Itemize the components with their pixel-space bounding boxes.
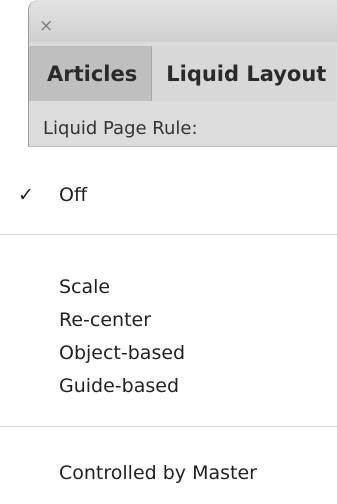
menu-item-guide-based[interactable]: Guide-based xyxy=(0,369,337,403)
menu-item-off[interactable]: ✓ Off xyxy=(0,178,337,212)
liquid-layout-panel: × Articles Liquid Layout Liquid Page Rul… xyxy=(28,0,337,147)
menu-separator xyxy=(0,234,337,235)
menu-item-label: Re-center xyxy=(59,309,152,331)
tab-articles[interactable]: Articles xyxy=(29,46,153,101)
menu-item-controlled-by-master[interactable]: Controlled by Master xyxy=(0,456,337,490)
liquid-page-rule-menu: ✓ Off Scale Re-center Object-based Guide… xyxy=(0,147,337,504)
menu-separator xyxy=(0,426,337,427)
menu-item-label: Object-based xyxy=(59,342,186,364)
tab-articles-label: Articles xyxy=(47,61,138,86)
menu-item-object-based[interactable]: Object-based xyxy=(0,336,337,370)
tab-liquid-layout[interactable]: Liquid Layout xyxy=(152,46,337,101)
menu-item-label: Scale xyxy=(59,276,111,298)
liquid-page-rule-label: Liquid Page Rule: xyxy=(43,118,198,139)
menu-item-label: Controlled by Master xyxy=(59,462,257,484)
menu-item-re-center[interactable]: Re-center xyxy=(0,303,337,337)
checkmark-icon: ✓ xyxy=(18,184,34,206)
menu-item-label: Guide-based xyxy=(59,375,180,397)
menu-item-label: Off xyxy=(59,184,88,206)
menu-item-scale[interactable]: Scale xyxy=(0,270,337,304)
tab-liquid-layout-label: Liquid Layout xyxy=(166,61,327,86)
screen: × Articles Liquid Layout Liquid Page Rul… xyxy=(0,0,337,504)
close-icon[interactable]: × xyxy=(39,18,53,35)
panel-titlebar[interactable]: × xyxy=(29,0,337,42)
panel-tabs: Articles Liquid Layout xyxy=(29,46,337,101)
